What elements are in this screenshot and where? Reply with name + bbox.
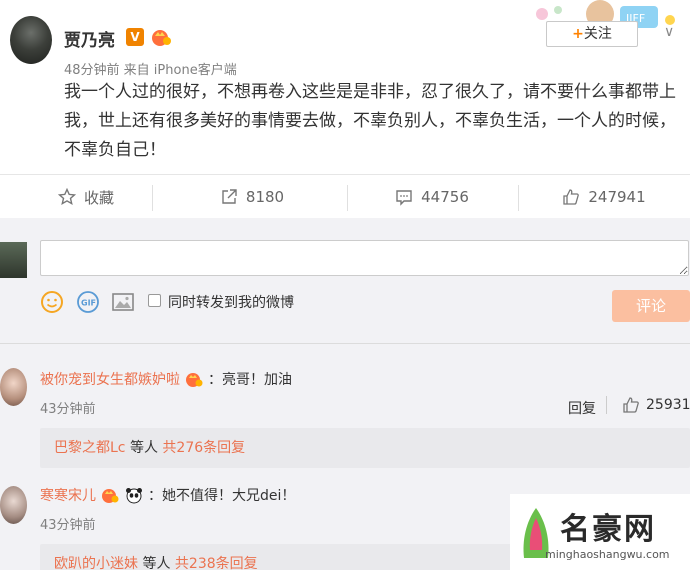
watermark-title: 名豪网: [560, 512, 656, 547]
more-options-icon[interactable]: ∨: [664, 24, 674, 40]
emoji-icon[interactable]: [40, 290, 64, 314]
watermark-url: minghaoshangwu.com: [545, 548, 670, 561]
submit-comment-button[interactable]: 评论: [612, 290, 690, 322]
repost-icon: [222, 189, 237, 204]
divider: [0, 343, 690, 344]
weibo-post-page: JIFF 贾乃亮 V 48分钟前 来自 iPhone客户端 +关注 ∨ 我一个人…: [0, 0, 690, 570]
action-bar: 收藏 8180 44756 247941: [0, 174, 690, 218]
like-button[interactable]: 247941: [518, 175, 690, 219]
member-crown-icon: [152, 30, 171, 46]
comment-line: 寒寒宋儿 ：她不值得！大兄dei！: [40, 485, 295, 505]
comment-count: 44756: [421, 188, 469, 206]
comment-text: ：亮哥！加油: [208, 372, 292, 388]
reply-mid: 等人: [138, 556, 175, 570]
author-name[interactable]: 贾乃亮: [64, 26, 115, 51]
commenter-avatar[interactable]: [0, 368, 27, 406]
post-text: 我一个人过的很好，不想再卷入这些是是非非，忍了很久了，请不要什么事都带上我，世上…: [64, 82, 676, 160]
replies-summary[interactable]: 巴黎之都Lc 等人 共276条回复: [40, 428, 690, 468]
comment-like-button[interactable]: 25931: [622, 396, 690, 414]
comment-time: 43分钟前: [40, 518, 96, 533]
svg-text:GIF: GIF: [81, 299, 96, 308]
star-icon: [57, 188, 76, 206]
thumbs-up-icon: [623, 397, 639, 413]
favorite-label: 收藏: [83, 188, 114, 207]
comment-text: ：她不值得！大兄dei！: [148, 488, 296, 504]
reply-user[interactable]: 巴黎之都Lc: [54, 440, 126, 456]
reply-count[interactable]: 共238条回复: [175, 556, 258, 570]
author-avatar[interactable]: [10, 16, 52, 64]
post-meta: 48分钟前 来自 iPhone客户端: [64, 63, 237, 78]
thumbs-up-icon: [563, 189, 580, 205]
my-avatar: [0, 242, 27, 278]
like-count: 247941: [588, 188, 646, 206]
reply-count[interactable]: 共276条回复: [162, 440, 245, 456]
follow-button[interactable]: +关注: [546, 21, 638, 47]
comment-line: 被你宠到女生都嫉妒啦 ：亮哥！加油: [40, 369, 292, 389]
repost-count: 8180: [245, 188, 285, 206]
member-crown-icon: [186, 373, 203, 387]
repost-checkbox-label: 同时转发到我的微博: [168, 295, 294, 311]
commenter-name[interactable]: 被你宠到女生都嫉妒啦: [40, 369, 180, 389]
plus-icon: +: [572, 26, 584, 42]
repost-checkbox[interactable]: [148, 294, 161, 307]
comment-icon: [396, 190, 412, 206]
reply-user[interactable]: 欧趴的小迷妹: [54, 556, 138, 570]
member-crown-icon: [102, 489, 119, 503]
panda-icon: [126, 488, 142, 504]
comment-time: 43分钟前: [40, 402, 96, 417]
reply-mid: 等人: [125, 440, 163, 456]
reply-button[interactable]: 回复: [568, 398, 596, 418]
commenter-name[interactable]: 寒寒宋儿: [40, 485, 96, 505]
follow-label: 关注: [583, 26, 612, 42]
comment-button[interactable]: 44756: [347, 175, 517, 219]
gif-icon[interactable]: GIF: [76, 290, 100, 314]
verified-badge: V: [126, 28, 144, 46]
image-icon[interactable]: [111, 290, 135, 314]
comment-input[interactable]: [40, 240, 689, 276]
divider: [606, 396, 607, 414]
comment-like-count: 25931: [646, 397, 690, 413]
commenter-avatar[interactable]: [0, 486, 27, 524]
favorite-button[interactable]: 收藏: [0, 175, 172, 219]
repost-button[interactable]: 8180: [152, 175, 352, 219]
